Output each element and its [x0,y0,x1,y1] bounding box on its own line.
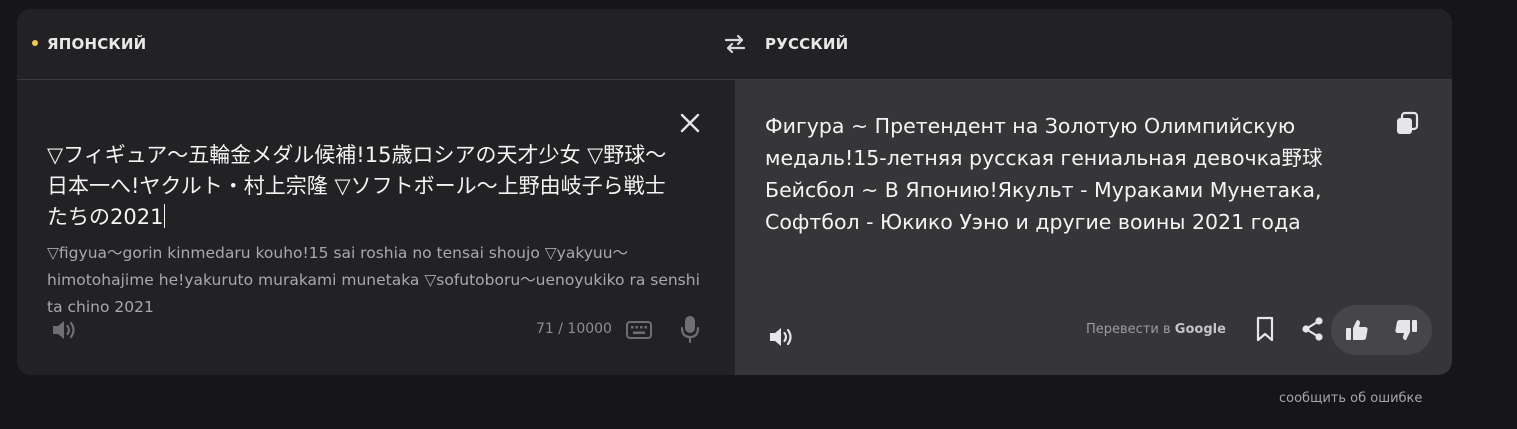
text-cursor [164,204,166,228]
target-language-selector[interactable]: РУССКИЙ [765,35,848,53]
report-error-link[interactable]: сообщить об ошибке [1279,391,1422,406]
thumbs-down-icon[interactable] [1393,317,1419,343]
keyboard-icon[interactable] [625,319,653,341]
character-counter: 71 / 10000 [536,321,612,337]
bookmark-icon[interactable] [1254,315,1276,343]
transliteration-text: ▽figyua〜gorin kinmedaru kouho!15 sai ros… [47,244,700,316]
active-language-dot [32,40,38,46]
google-brand-label: Google [1174,322,1226,337]
source-text: ▽フィギュア〜五輪金メダル候補!15歳ロシアの天才少女 ▽野球〜日本一へ!ヤクル… [47,143,667,229]
translation-text: Фигура ~ Претендент на Золотую Олимпийск… [765,114,1323,234]
copy-icon[interactable] [1393,110,1421,138]
source-text-input[interactable]: ▽フィギュア〜五輪金メダル候補!15歳ロシアの天才少女 ▽野球〜日本一へ!ヤクル… [47,140,667,233]
translation-feedback [1331,305,1432,355]
source-language-selector[interactable]: ЯПОНСКИЙ [47,35,146,53]
translate-in-label: Перевести в [1086,322,1171,337]
translate-in-google-link[interactable]: Перевести в Google [1086,322,1226,337]
share-icon[interactable] [1300,316,1326,342]
translation-pane: Фигура ~ Претендент на Золотую Олимпийск… [735,80,1452,375]
thumbs-up-icon[interactable] [1344,317,1370,343]
microphone-icon[interactable] [679,314,701,344]
swap-arrows-icon[interactable] [723,32,747,56]
translator-card: ЯПОНСКИЙ РУССКИЙ ▽フィギュア〜五輪金メダル候補!15歳ロシアの… [17,9,1452,375]
language-bar: ЯПОНСКИЙ РУССКИЙ [17,9,1452,80]
speaker-icon[interactable] [767,324,797,350]
source-pane: ▽フィギュア〜五輪金メダル候補!15歳ロシアの天才少女 ▽野球〜日本一へ!ヤクル… [17,80,735,375]
speaker-icon[interactable] [50,317,78,343]
close-icon[interactable] [677,110,703,136]
